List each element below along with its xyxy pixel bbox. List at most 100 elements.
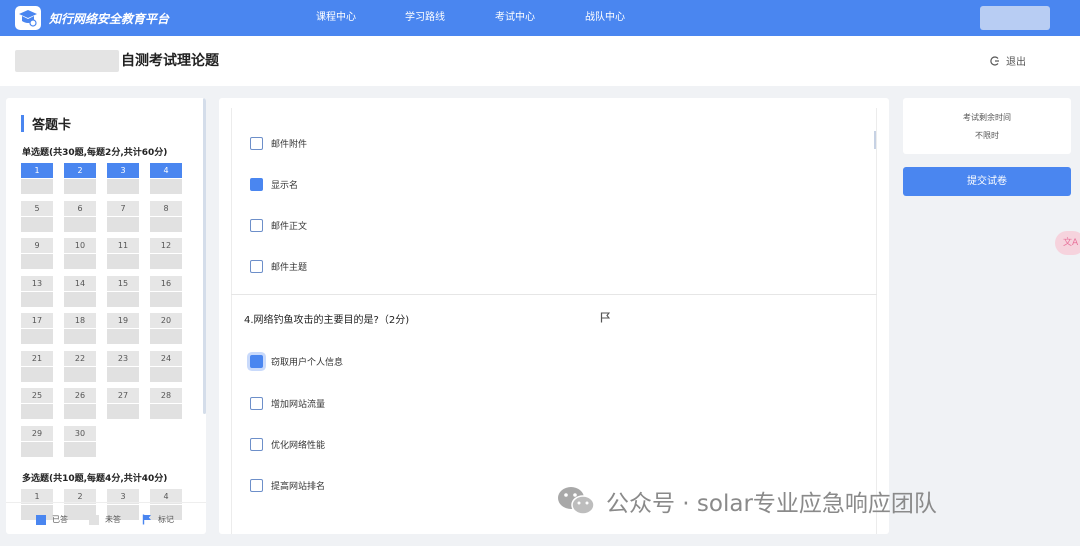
option-a[interactable]: 窃取用户个人信息 [250,355,343,368]
question-nav-cell[interactable]: 28 [150,388,182,420]
question-number: 30 [64,425,96,441]
wechat-watermark: 公众号 · solar专业应急响应团队 [556,484,937,518]
exam-header: 自测考试理论题 退出 [0,36,1080,86]
question-nav-cell[interactable]: 11 [107,238,139,270]
question-number: 8 [150,200,182,216]
question-number: 29 [21,425,53,441]
platform-name: 知行网络安全教育平台 [49,11,170,26]
top-navbar: 知行网络安全教育平台 课程中心 学习路线 考试中心 战队中心 [0,0,1080,36]
question-number: 13 [21,275,53,291]
answer-card-header: 答题卡 [21,114,71,133]
question-number: 23 [107,350,139,366]
redacted-username [15,50,119,72]
question-number: 25 [21,388,53,403]
graduation-cap-icon [15,6,41,30]
question-number: 4 [150,163,182,178]
answer-card-scrollbar[interactable] [203,98,206,414]
question-nav-cell[interactable]: 9 [21,238,53,270]
legend-unanswered: 未答 [89,514,121,525]
option-c[interactable]: 优化网络性能 [250,438,325,451]
question-number: 17 [21,313,53,328]
watermark-text: 公众号 · solar专业应急响应团队 [606,491,937,517]
question-nav-cell[interactable]: 20 [150,313,182,345]
question-number: 6 [64,200,96,216]
question-nav-cell[interactable]: 13 [21,275,53,308]
question-nav-cell[interactable]: 6 [64,200,96,233]
exit-button[interactable]: 退出 [990,53,1026,68]
question-divider [231,294,877,295]
question-nav-cell[interactable]: 19 [107,313,139,345]
option-prev-a[interactable]: 邮件附件 [250,137,307,150]
question-nav-cell[interactable]: 17 [21,313,53,345]
option-prev-d[interactable]: 邮件主题 [250,260,307,273]
exit-label: 退出 [1006,57,1026,68]
question-nav-cell[interactable]: 2 [64,163,96,195]
answer-card-panel: 答题卡 单选题(共30题,每题2分,共计60分) 1 2 3 4 5 6 7 8 9 10 11 12… [6,98,206,534]
question-nav-cell[interactable]: 21 [21,350,53,383]
question-nav-cell[interactable]: 4 [150,163,182,195]
question-number: 27 [107,388,139,403]
question-nav-cell[interactable]: 8 [150,200,182,233]
option-prev-c[interactable]: 邮件正文 [250,219,307,232]
option-prev-b[interactable]: 显示名 [250,178,298,191]
question-panel: 邮件附件 显示名 邮件正文 邮件主题 4.网络钓鱼攻击的主要目的是?（2分) 窃… [219,98,889,534]
option-checkbox[interactable] [250,355,263,368]
option-b[interactable]: 增加网站流量 [250,397,325,410]
question-nav-cell[interactable]: 16 [150,275,182,308]
option-checkbox[interactable] [250,438,263,451]
question-number: 9 [21,238,53,253]
platform-logo[interactable]: 知行网络安全教育平台 [15,6,169,30]
answer-legend: 已答 未答 标记 [6,502,206,534]
option-checkbox[interactable] [250,397,263,410]
wechat-icon [556,484,596,518]
question-nav-cell[interactable]: 1 [21,163,53,195]
question-nav-cell[interactable]: 5 [21,200,53,233]
question-number: 22 [64,350,96,366]
question-number: 3 [107,163,139,178]
flag-question-icon[interactable] [600,312,610,323]
question-nav-cell[interactable]: 27 [107,388,139,420]
question-nav-cell[interactable]: 12 [150,238,182,270]
question-nav-cell[interactable]: 30 [64,425,96,458]
nav-team-center[interactable]: 战队中心 [585,0,625,36]
question-number: 11 [107,238,139,253]
question-number: 21 [21,350,53,366]
translate-button[interactable]: 文A [1055,231,1080,255]
question-nav-cell[interactable]: 14 [64,275,96,308]
flag-icon [142,514,151,525]
timer-value: 不限时 [975,131,999,140]
nav-course-center[interactable]: 课程中心 [316,0,356,36]
option-d[interactable]: 提高网站排名 [250,479,325,492]
question-number: 19 [107,313,139,328]
nav-exam-center[interactable]: 考试中心 [495,0,535,36]
question-nav-cell[interactable]: 29 [21,425,53,458]
timer-label: 考试剩余时间 [963,113,1011,122]
legend-flagged: 标记 [142,514,174,525]
question-nav-cell[interactable]: 15 [107,275,139,308]
question-nav-cell[interactable]: 23 [107,350,139,383]
question-scrollbar[interactable] [874,131,876,149]
question-number: 28 [150,388,182,403]
question-nav-cell[interactable]: 26 [64,388,96,420]
question-nav-cell[interactable]: 22 [64,350,96,383]
question-nav-cell[interactable]: 25 [21,388,53,420]
question-nav-cell[interactable]: 18 [64,313,96,345]
single-choice-section-title: 单选题(共30题,每题2分,共计60分) [22,148,168,158]
submit-exam-button[interactable]: 提交试卷 [903,167,1071,196]
question-text: 4.网络钓鱼攻击的主要目的是?（2分) [244,315,410,326]
nav-learning-path[interactable]: 学习路线 [405,0,445,36]
option-checkbox[interactable] [250,178,263,191]
question-number: 2 [64,163,96,178]
option-checkbox[interactable] [250,479,263,492]
question-nav-cell[interactable]: 7 [107,200,139,233]
question-nav-cell[interactable]: 24 [150,350,182,383]
question-nav-cell[interactable]: 10 [64,238,96,270]
option-checkbox[interactable] [250,260,263,273]
question-number: 20 [150,313,182,328]
option-checkbox[interactable] [250,219,263,232]
question-number: 15 [107,275,139,291]
question-nav-cell[interactable]: 3 [107,163,139,195]
option-checkbox[interactable] [250,137,263,150]
user-avatar[interactable] [980,6,1050,30]
question-number: 5 [21,200,53,216]
